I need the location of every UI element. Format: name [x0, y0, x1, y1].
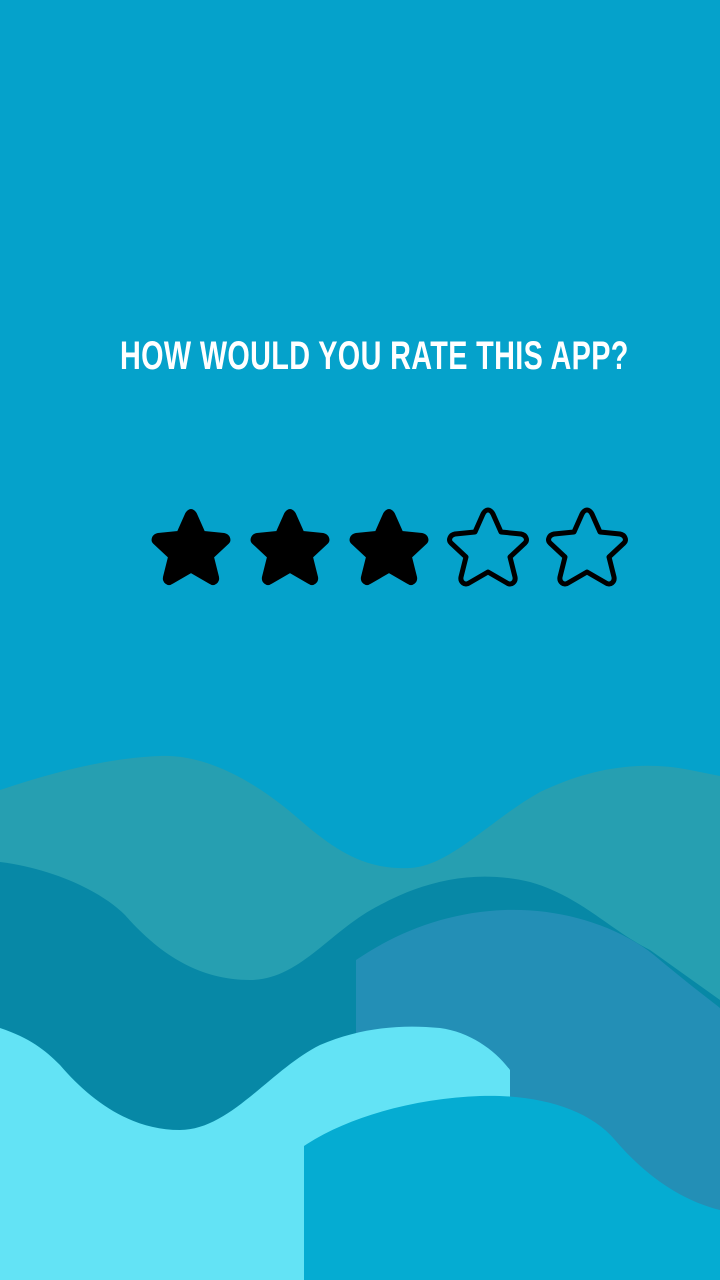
rating-screen: HOW WOULD YOU RATE THIS APP?	[0, 0, 720, 1280]
star-outline-icon	[546, 507, 628, 587]
star-outline-icon	[447, 507, 529, 587]
wave-background	[0, 755, 720, 1280]
star-4[interactable]	[443, 502, 533, 592]
star-filled-icon	[250, 509, 330, 586]
star-2[interactable]	[245, 502, 335, 592]
star-1[interactable]	[146, 502, 236, 592]
star-filled-icon	[349, 509, 429, 586]
star-rating[interactable]	[146, 502, 636, 592]
star-5[interactable]	[542, 502, 632, 592]
star-filled-icon	[151, 509, 231, 586]
star-3[interactable]	[344, 502, 434, 592]
rating-question: HOW WOULD YOU RATE THIS APP?	[120, 334, 629, 378]
